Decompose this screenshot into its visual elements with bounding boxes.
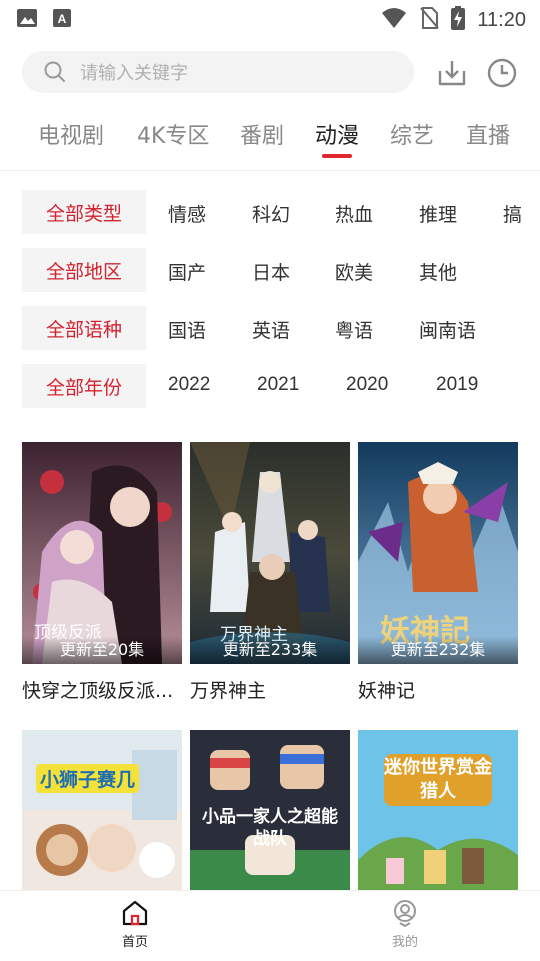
anime-title[interactable]: 快穿之顶级反派... <box>22 676 182 703</box>
nav-home-label: 首页 <box>121 935 148 950</box>
nav-profile[interactable]: 我的 <box>365 899 445 950</box>
anime-poster[interactable]: 万界神主 更新至233集 <box>190 442 350 664</box>
filter-year-all[interactable]: 全部年份 <box>22 364 146 408</box>
anime-title[interactable]: 妖神记 <box>358 676 518 703</box>
filter-region-all[interactable]: 全部地区 <box>22 248 146 292</box>
filter-region-option[interactable]: 国产 <box>168 258 206 285</box>
filter-row-region: 全部地区 国产 日本 欧美 其他 <box>22 248 540 292</box>
poster-art-title: 小狮子赛几 <box>36 764 140 793</box>
filter-type-all[interactable]: 全部类型 <box>22 190 146 234</box>
profile-icon <box>391 899 419 927</box>
episode-badge: 更新至233集 <box>190 636 350 664</box>
active-tab-indicator <box>322 154 352 158</box>
poster-art-title: 小品一家人之超能战队 <box>202 807 338 849</box>
anime-poster[interactable]: 小品一家人之超能战队 <box>190 730 350 890</box>
anime-poster[interactable]: 顶级反派 更新至20集 <box>22 442 182 664</box>
tab-anime[interactable]: 动漫 <box>315 118 359 150</box>
tab-tv-series[interactable]: 电视剧 <box>38 118 104 150</box>
filter-year-option[interactable]: 2020 <box>346 374 388 396</box>
episode-badge: 更新至20集 <box>22 636 182 664</box>
filter-year-option[interactable]: 2021 <box>257 374 299 396</box>
filter-row-year: 全部年份 2022 2021 2020 2019 <box>22 364 540 408</box>
filter-language-all[interactable]: 全部语种 <box>22 306 146 350</box>
filter-type-option[interactable]: 热血 <box>335 200 373 227</box>
nav-profile-label: 我的 <box>391 935 418 950</box>
filter-language-option[interactable]: 英语 <box>252 316 290 343</box>
search-row: 请输入关键字 <box>0 44 540 100</box>
search-placeholder: 请输入关键字 <box>80 63 188 84</box>
filter-type-option[interactable]: 情感 <box>168 200 206 227</box>
wifi-icon <box>381 7 407 33</box>
filter-region-option[interactable]: 日本 <box>252 258 290 285</box>
battery-charging-icon <box>451 6 466 34</box>
anime-poster[interactable]: 小狮子赛几 <box>22 730 182 890</box>
filter-type-option[interactable]: 推理 <box>419 200 457 227</box>
filter-type-option[interactable]: 科幻 <box>252 200 290 227</box>
anime-card[interactable]: 妖神記 更新至232集 妖神记 <box>358 442 518 703</box>
search-input[interactable]: 请输入关键字 <box>22 51 414 93</box>
no-sim-icon <box>419 6 440 34</box>
anime-poster[interactable]: 迷你世界赏金猎人 <box>358 730 518 890</box>
filter-year-option[interactable]: 2019 <box>436 374 478 396</box>
tab-variety[interactable]: 综艺 <box>390 118 434 150</box>
history-button[interactable] <box>485 56 519 90</box>
bottom-navigation: 首页 我的 <box>0 890 540 961</box>
anime-title[interactable]: 万界神主 <box>190 676 350 703</box>
anime-card[interactable]: 小品一家人之超能战队 <box>190 730 350 890</box>
filter-region-option[interactable]: 欧美 <box>335 258 373 285</box>
category-tabs: 电视剧 4K专区 番剧 动漫 综艺 直播 <box>0 108 540 171</box>
anime-card[interactable]: 顶级反派 更新至20集 快穿之顶级反派... <box>22 442 182 703</box>
svg-text:A: A <box>58 12 67 26</box>
filter-type-option[interactable]: 搞 <box>503 200 522 227</box>
tab-bangumi[interactable]: 番剧 <box>240 118 284 150</box>
status-bar: A 11:20 <box>0 0 540 36</box>
clock-icon <box>486 57 518 89</box>
filter-language-option[interactable]: 粤语 <box>335 316 373 343</box>
tab-live[interactable]: 直播 <box>466 118 510 150</box>
filter-language-option[interactable]: 闽南语 <box>419 316 476 343</box>
filter-row-type: 全部类型 情感 科幻 热血 推理 搞 <box>22 190 540 234</box>
clock-time: 11:20 <box>477 8 526 31</box>
filter-language-option[interactable]: 国语 <box>168 316 206 343</box>
anime-card[interactable]: 迷你世界赏金猎人 <box>358 730 518 890</box>
anime-poster[interactable]: 妖神記 更新至232集 <box>358 442 518 664</box>
download-icon <box>436 57 468 89</box>
image-notification-icon <box>16 8 38 32</box>
anime-card[interactable]: 小狮子赛几 <box>22 730 182 890</box>
filter-row-language: 全部语种 国语 英语 粤语 闽南语 <box>22 306 540 350</box>
search-icon <box>44 61 66 83</box>
filter-region-option[interactable]: 其他 <box>419 258 457 285</box>
poster-art-title: 迷你世界赏金猎人 <box>384 754 492 806</box>
episode-badge: 更新至232集 <box>358 636 518 664</box>
download-button[interactable] <box>435 56 469 90</box>
font-notification-icon: A <box>52 8 72 32</box>
tab-4k[interactable]: 4K专区 <box>137 118 209 150</box>
filter-year-option[interactable]: 2022 <box>168 374 210 396</box>
home-icon <box>121 899 149 927</box>
anime-card[interactable]: 万界神主 更新至233集 万界神主 <box>190 442 350 703</box>
nav-home[interactable]: 首页 <box>95 899 175 950</box>
